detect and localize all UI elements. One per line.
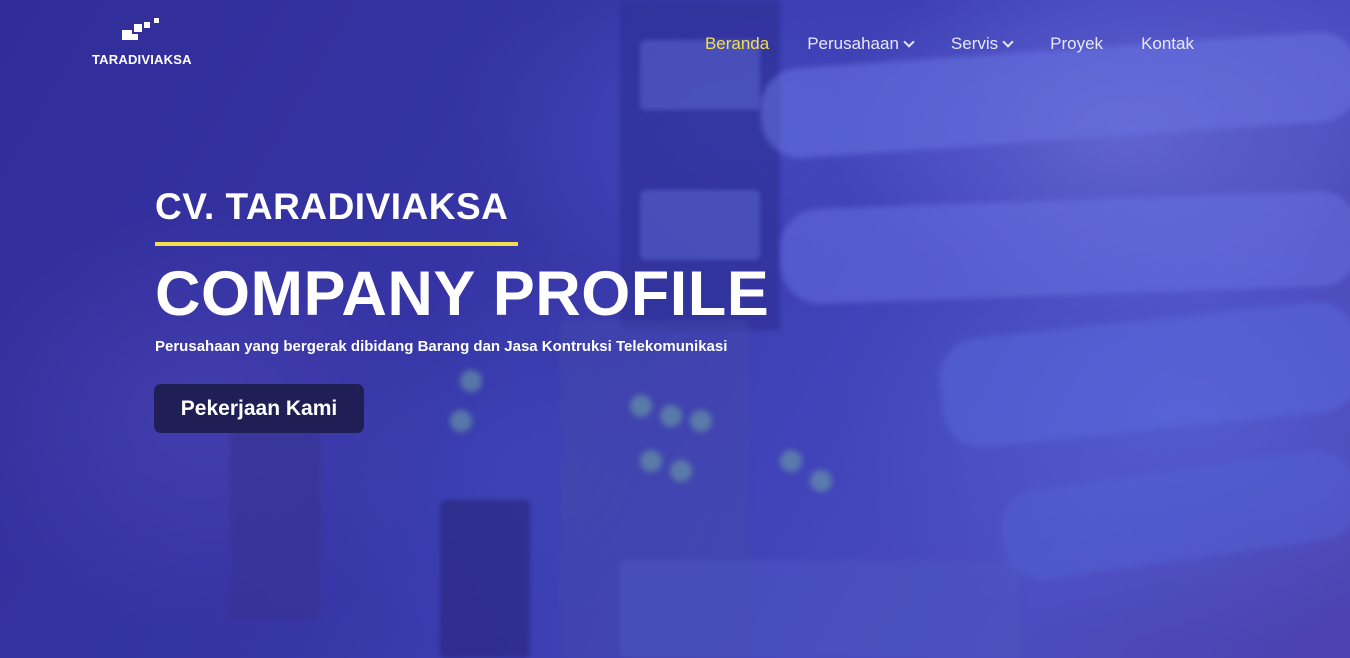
chevron-down-icon	[1002, 36, 1014, 48]
nav-item-label: Beranda	[704, 34, 770, 53]
title-underline	[155, 242, 518, 246]
nav-item-servis[interactable]: Servis	[950, 34, 1014, 54]
hero-tagline: Perusahaan yang bergerak dibidang Barang…	[155, 338, 728, 355]
nav-item-perusahaan[interactable]: Perusahaan	[807, 34, 915, 54]
pekerjaan-kami-button[interactable]: Pekerjaan Kami	[154, 384, 364, 433]
nav-item-label: Kontak	[1141, 34, 1194, 53]
company-name: CV. TARADIVIAKSA	[155, 186, 509, 227]
site-logo[interactable]: TARADIVIAKSA	[92, 18, 202, 70]
hero-section: TARADIVIAKSA Beranda Perusahaan Servis P…	[0, 0, 1350, 658]
nav-item-kontak[interactable]: Kontak	[1141, 34, 1194, 54]
nav-item-beranda[interactable]: Beranda	[705, 34, 769, 54]
logo-text: TARADIVIAKSA	[92, 52, 192, 67]
chevron-down-icon	[903, 36, 915, 48]
nav-item-label: Perusahaan	[807, 34, 899, 53]
main-nav: Beranda Perusahaan Servis Proyek Kontak	[705, 34, 1194, 54]
nav-item-label: Proyek	[1050, 34, 1104, 53]
nav-item-label: Servis	[950, 34, 999, 53]
hero-headline: COMPANY PROFILE	[155, 259, 770, 329]
pixel-squares-icon	[122, 18, 166, 44]
nav-item-proyek[interactable]: Proyek	[1050, 34, 1103, 54]
